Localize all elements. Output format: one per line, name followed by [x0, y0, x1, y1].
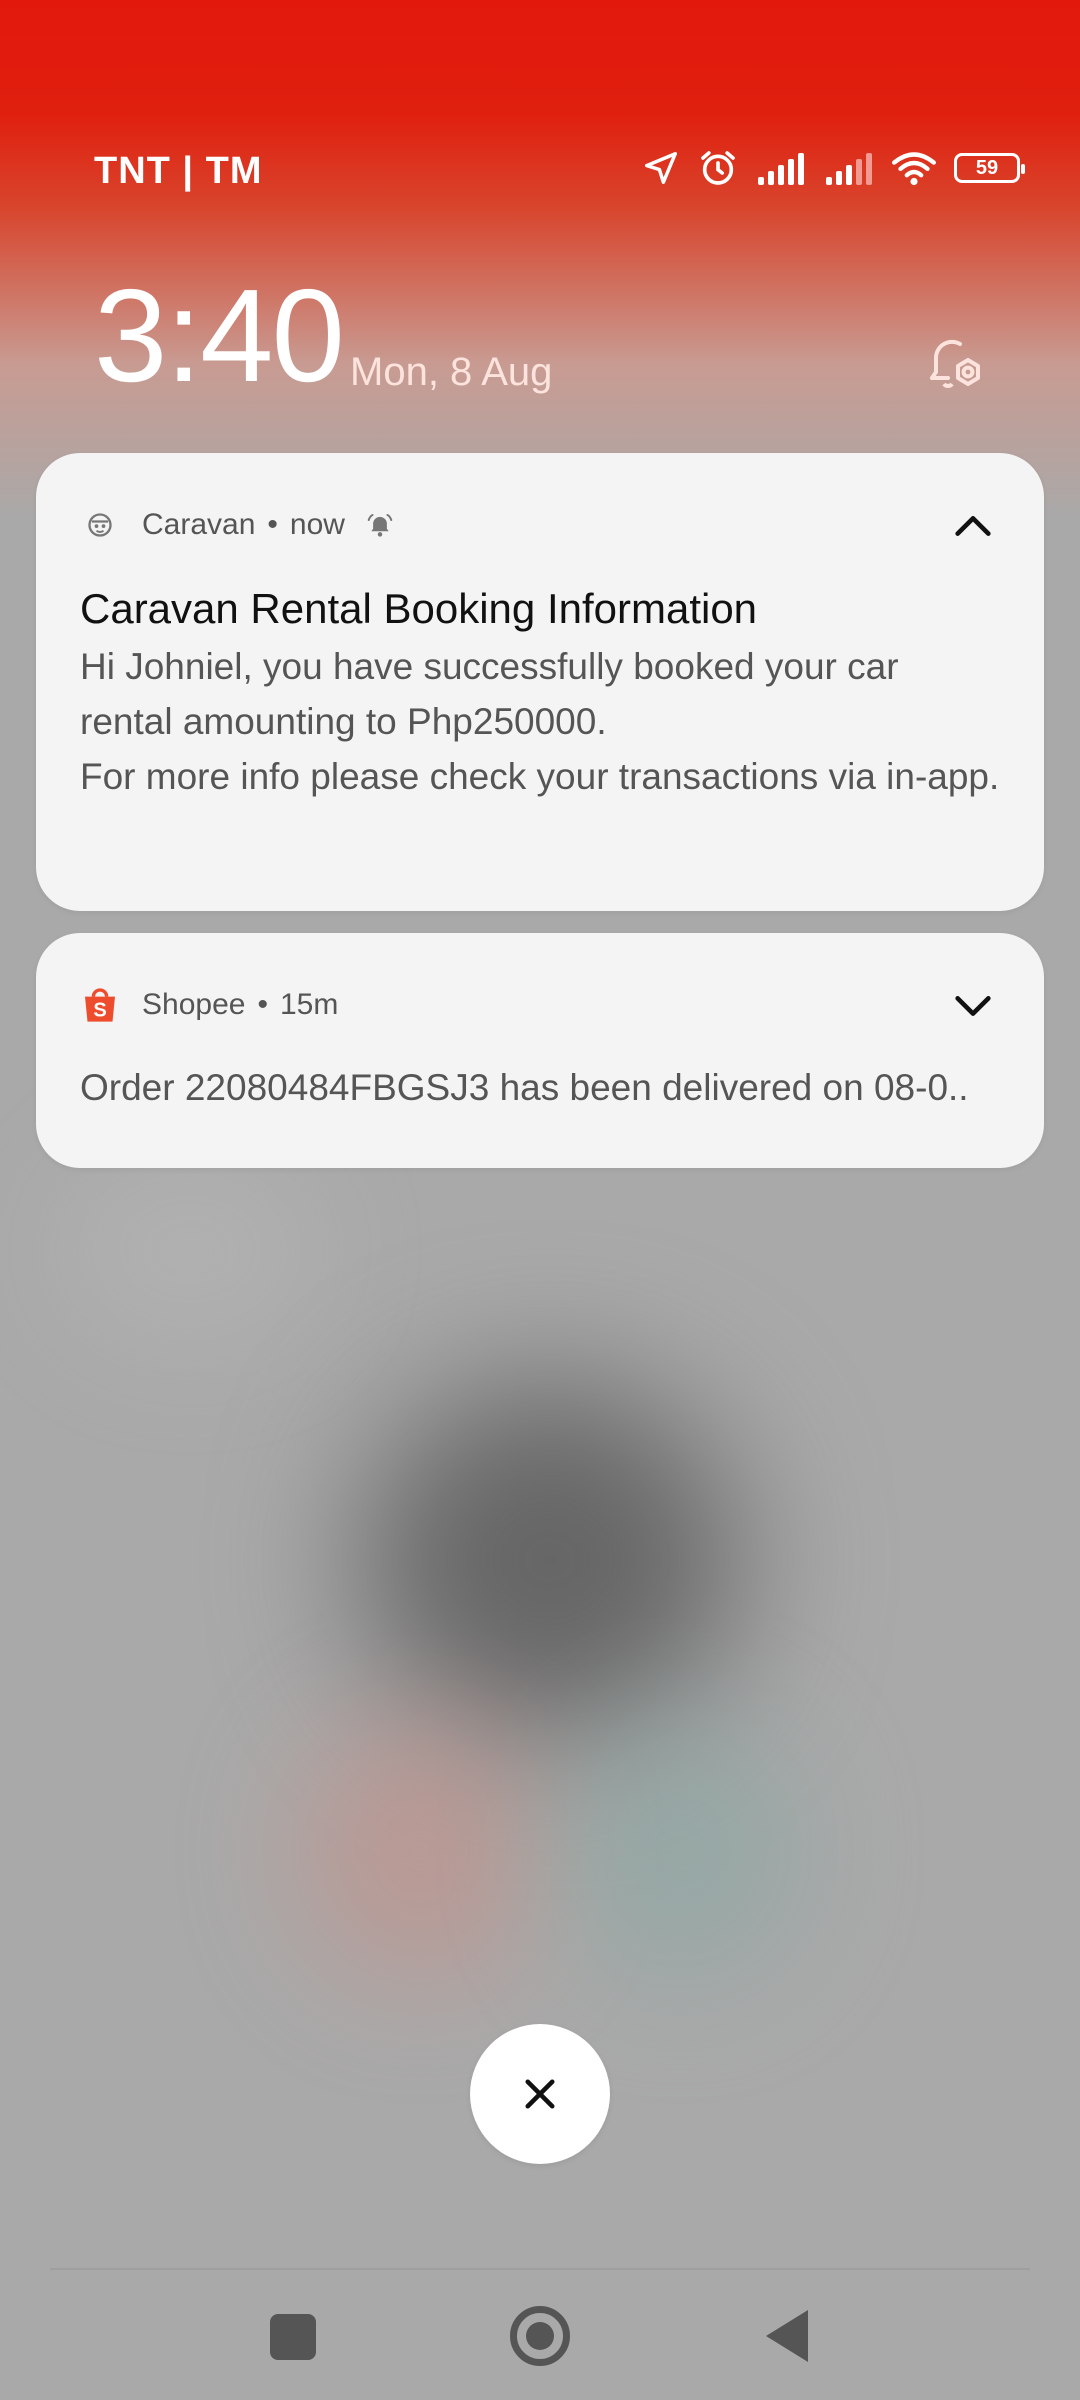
notification-body-line: Hi Johniel, you have successfully booked… — [80, 646, 899, 742]
collapse-chevron-up-icon[interactable] — [950, 503, 996, 554]
location-icon — [645, 152, 677, 184]
notification-title: Caravan Rental Booking Information — [80, 585, 758, 632]
lockscreen-date: Mon, 8 Aug — [350, 350, 553, 394]
carrier-label: TNT | TM — [94, 150, 263, 192]
nav-divider — [50, 2268, 1030, 2270]
separator-dot: • — [267, 508, 278, 541]
notification-body-line: For more info please check your transact… — [80, 756, 1000, 797]
notification-shopee[interactable]: S Shopee • 15m Order 22080484FBGSJ3 has … — [36, 933, 1044, 1168]
alert-bell-icon — [365, 510, 395, 540]
clear-all-button[interactable] — [470, 2024, 610, 2164]
signal-icon — [826, 153, 872, 185]
wifi-icon — [892, 152, 936, 186]
caravan-app-icon — [80, 505, 120, 545]
notification-text: Order 22080484FBGSJ3 has been delivered … — [80, 1067, 969, 1108]
home-button[interactable] — [510, 2306, 570, 2366]
close-icon — [525, 2079, 555, 2109]
app-name: Shopee — [142, 988, 246, 1021]
notification-body: Hi Johniel, you have successfully booked… — [80, 639, 1000, 804]
notification-settings-icon[interactable] — [920, 330, 988, 403]
recents-button[interactable] — [270, 2314, 316, 2360]
notification-caravan[interactable]: Caravan • now Caravan Rental Booking Inf… — [36, 453, 1044, 911]
notification-header: Caravan • now — [80, 505, 395, 545]
separator-dot: • — [257, 988, 268, 1021]
shopee-app-icon: S — [80, 985, 120, 1025]
notification-time: 15m — [279, 988, 339, 1021]
lockscreen-time: 3:40 — [94, 262, 345, 409]
app-name: Caravan — [142, 508, 256, 541]
notification-time: now — [289, 508, 345, 541]
svg-text:S: S — [93, 1000, 106, 1022]
status-icons: 59 — [642, 148, 1025, 188]
back-button[interactable] — [766, 2310, 808, 2362]
alarm-icon — [701, 151, 735, 185]
battery-level: 59 — [975, 156, 999, 179]
expand-chevron-down-icon[interactable] — [950, 983, 996, 1034]
notification-header: S Shopee • 15m — [80, 985, 338, 1025]
battery-icon: 59 — [954, 153, 1025, 183]
signal-icon — [758, 153, 804, 185]
